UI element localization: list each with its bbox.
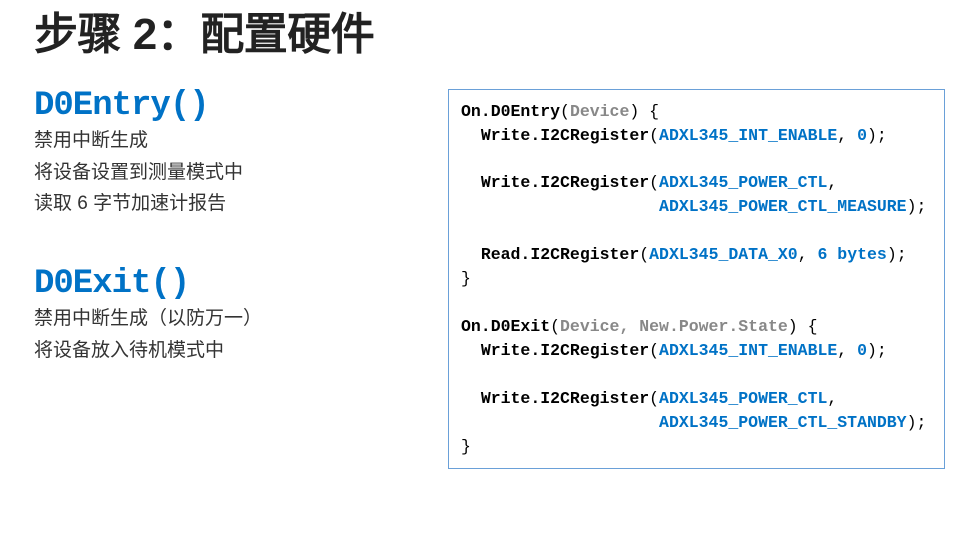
d0exit-line1: 禁用中断生成（以防万一） — [34, 304, 424, 333]
d0exit-line2: 将设备放入待机模式中 — [34, 336, 424, 365]
code-entry-fn: On.D0Entry — [461, 102, 560, 121]
code-exit-l1-arg1: ADXL345_INT_ENABLE — [659, 341, 837, 360]
code-entry-l3-call: Read.I2CRegister — [481, 245, 639, 264]
code-exit-fn: On.D0Exit — [461, 317, 550, 336]
d0exit-block: D0Exit() 禁用中断生成（以防万一） 将设备放入待机模式中 — [34, 267, 424, 366]
code-entry-l3-arg2: 6 bytes — [818, 245, 887, 264]
d0entry-line3: 读取 6 字节加速计报告 — [34, 189, 424, 218]
code-entry-l1-call: Write.I2CRegister — [481, 126, 649, 145]
d0entry-line2: 将设备设置到测量模式中 — [34, 158, 424, 187]
d0exit-heading: D0Exit() — [34, 267, 424, 303]
right-column: On.D0Entry(Device) { Write.I2CRegister(A… — [448, 89, 945, 470]
code-entry-param: Device — [570, 102, 629, 121]
d0entry-block: D0Entry() 禁用中断生成 将设备设置到测量模式中 读取 6 字节加速计报… — [34, 89, 424, 219]
code-exit-l1-call: Write.I2CRegister — [481, 341, 649, 360]
slide-title: 步骤 2：配置硬件 — [34, 10, 945, 61]
code-exit-l2-arg1: ADXL345_POWER_CTL — [659, 389, 827, 408]
code-entry-l1-arg2: 0 — [857, 126, 867, 145]
left-column: D0Entry() 禁用中断生成 将设备设置到测量模式中 读取 6 字节加速计报… — [34, 89, 424, 470]
code-exit-l2-call: Write.I2CRegister — [481, 389, 649, 408]
code-box: On.D0Entry(Device) { Write.I2CRegister(A… — [448, 89, 945, 470]
d0entry-line1: 禁用中断生成 — [34, 126, 424, 155]
code-entry-l2-call: Write.I2CRegister — [481, 173, 649, 192]
code-exit-param: Device, New.Power.State — [560, 317, 788, 336]
code-exit-l2-arg2: ADXL345_POWER_CTL_STANDBY — [659, 413, 907, 432]
code-entry-l2-arg2: ADXL345_POWER_CTL_MEASURE — [659, 197, 907, 216]
d0entry-heading: D0Entry() — [34, 89, 424, 125]
code-entry-l1-arg1: ADXL345_INT_ENABLE — [659, 126, 837, 145]
code-exit-l1-arg2: 0 — [857, 341, 867, 360]
slide: 步骤 2：配置硬件 D0Entry() 禁用中断生成 将设备设置到测量模式中 读… — [0, 0, 979, 551]
code-entry-l2-arg1: ADXL345_POWER_CTL — [659, 173, 827, 192]
code-entry-l3-arg1: ADXL345_DATA_X0 — [649, 245, 798, 264]
content-row: D0Entry() 禁用中断生成 将设备设置到测量模式中 读取 6 字节加速计报… — [34, 89, 945, 470]
